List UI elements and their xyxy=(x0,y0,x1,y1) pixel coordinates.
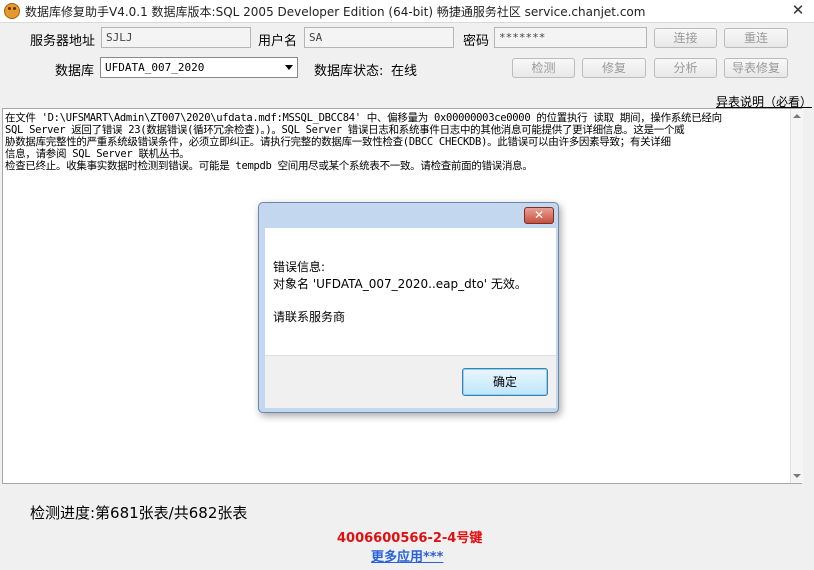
database-select[interactable]: UFDATA_007_2020 xyxy=(100,57,298,78)
server-field[interactable]: SJLJ xyxy=(101,27,251,48)
title-bar: 数据库修复助手V4.0.1 数据库版本:SQL 2005 Developer E… xyxy=(0,0,814,23)
chevron-down-icon xyxy=(285,65,293,70)
export-repair-button[interactable]: 导表修复 xyxy=(724,58,788,78)
user-label: 用户名 xyxy=(258,34,298,49)
connect-button[interactable]: 连接 xyxy=(654,28,717,48)
hotline-text: 4006600566-2-4号键 xyxy=(337,531,483,546)
db-status-label: 数据库状态: xyxy=(314,64,384,79)
dialog-message: 对象名 'UFDATA_007_2020..eap_dto' 无效。 xyxy=(273,277,527,291)
more-apps-link[interactable]: 更多应用*** xyxy=(371,546,443,565)
window-title: 数据库修复助手V4.0.1 数据库版本:SQL 2005 Developer E… xyxy=(25,5,646,19)
ok-button[interactable]: 确定 xyxy=(462,368,548,396)
progress-text: 检测进度:第681张表/共682张表 xyxy=(30,504,248,522)
app-logo-icon xyxy=(4,3,20,19)
scroll-down-icon[interactable] xyxy=(793,474,801,478)
database-selected-value: UFDATA_007_2020 xyxy=(105,61,205,74)
database-label: 数据库 xyxy=(55,64,95,79)
password-field[interactable]: ******* xyxy=(494,27,647,48)
window-close-button[interactable]: ✕ xyxy=(786,1,810,19)
scroll-up-icon[interactable] xyxy=(793,114,801,118)
log-scrollbar[interactable] xyxy=(790,109,803,483)
check-button[interactable]: 检测 xyxy=(512,58,575,78)
db-status-value: 在线 xyxy=(391,64,418,79)
dialog-body: 错误信息: 对象名 'UFDATA_007_2020..eap_dto' 无效。… xyxy=(265,228,556,355)
dialog-contact: 请联系服务商 xyxy=(273,310,346,324)
dialog-close-button[interactable]: ✕ xyxy=(524,207,554,224)
log-text: 在文件 'D:\UFSMART\Admin\ZT007\2020\ufdata.… xyxy=(5,112,722,172)
user-field[interactable]: SA xyxy=(304,27,454,48)
password-label: 密码 xyxy=(463,34,490,49)
reconnect-button[interactable]: 重连 xyxy=(724,28,788,48)
dialog-heading: 错误信息: xyxy=(273,260,326,274)
server-label: 服务器地址 xyxy=(30,34,96,49)
repair-button[interactable]: 修复 xyxy=(582,58,646,78)
analyze-button[interactable]: 分析 xyxy=(654,58,717,78)
